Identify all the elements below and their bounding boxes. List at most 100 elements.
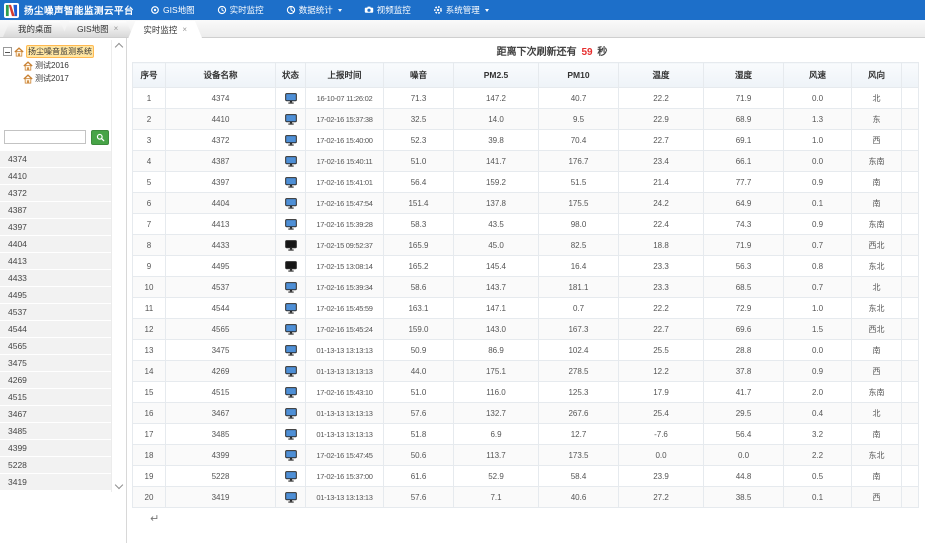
column-header: 上报时间 <box>306 63 384 88</box>
table-row[interactable]: 9449517-02-15 13:08:14165.2145.416.423.3… <box>133 256 919 277</box>
device-list-item[interactable]: 4387 <box>0 202 112 218</box>
cell-status <box>276 151 306 172</box>
cell-pm25: 6.9 <box>454 424 539 445</box>
cell-wind-speed: 1.0 <box>784 298 852 319</box>
device-list-item[interactable]: 3475 <box>0 355 112 371</box>
device-list-item[interactable]: 4433 <box>0 270 112 286</box>
device-list-item[interactable]: 4397 <box>0 219 112 235</box>
cell-report-time: 17-02-16 15:41:01 <box>306 172 384 193</box>
cell-pm25: 132.7 <box>454 403 539 424</box>
cell-temperature: 25.4 <box>619 403 704 424</box>
cell-seq: 2 <box>133 109 166 130</box>
table-row[interactable]: 7441317-02-16 15:39:2858.343.598.022.474… <box>133 214 919 235</box>
cell-seq: 15 <box>133 382 166 403</box>
device-list-item[interactable]: 4515 <box>0 389 112 405</box>
table-row[interactable]: 10453717-02-16 15:39:3458.6143.7181.123.… <box>133 277 919 298</box>
cell-report-time: 17-02-16 15:37:38 <box>306 109 384 130</box>
table-row[interactable]: 1437416-10-07 11:26:0271.3147.240.722.27… <box>133 88 919 109</box>
nav-item-realtime-monitor[interactable]: 实时监控 <box>217 4 264 16</box>
cell-device-name: 4515 <box>166 382 276 403</box>
nav-item-system-manage[interactable]: 系统管理 <box>433 4 489 16</box>
device-list-item[interactable]: 5228 <box>0 457 112 473</box>
cell-noise: 61.6 <box>384 466 454 487</box>
cell-device-name: 4537 <box>166 277 276 298</box>
nav-item-data-stats[interactable]: 数据统计 <box>286 4 342 16</box>
device-list-item[interactable]: 4374 <box>0 151 112 167</box>
cell-wind-direction: 东北 <box>852 256 902 277</box>
table-row[interactable]: 16346701-13-13 13:13:1357.6132.7267.625.… <box>133 403 919 424</box>
table-row[interactable]: 3437217-02-16 15:40:0052.339.870.422.769… <box>133 130 919 151</box>
device-list-item[interactable]: 4404 <box>0 236 112 252</box>
device-list-item[interactable]: 3467 <box>0 406 112 422</box>
cell-status <box>276 88 306 109</box>
nav-item-video-monitor[interactable]: 视频监控 <box>364 4 411 16</box>
cell-pm25: 143.0 <box>454 319 539 340</box>
device-list-item[interactable]: 4495 <box>0 287 112 303</box>
monitor-online-icon <box>285 492 297 501</box>
table-row[interactable]: 20341901-13-13 13:13:1357.67.140.627.238… <box>133 487 919 508</box>
device-list-item[interactable]: 4399 <box>0 440 112 456</box>
tree-node-label: 扬尘噪音监测系统 <box>26 45 94 58</box>
table-row[interactable]: 12456517-02-16 15:45:24159.0143.0167.322… <box>133 319 919 340</box>
table-row[interactable]: 18439917-02-16 15:47:4550.6113.7173.50.0… <box>133 445 919 466</box>
device-list-item[interactable]: 4372 <box>0 185 112 201</box>
table-row[interactable]: 5439717-02-16 15:41:0156.4159.251.521.47… <box>133 172 919 193</box>
cell-humidity: 0.0 <box>704 445 784 466</box>
device-list-item[interactable]: 4410 <box>0 168 112 184</box>
close-icon[interactable]: × <box>114 25 119 33</box>
table-row[interactable]: 19522817-02-16 15:37:0061.652.958.423.94… <box>133 466 919 487</box>
cell-seq: 3 <box>133 130 166 151</box>
cell-report-time: 17-02-16 15:39:28 <box>306 214 384 235</box>
device-list-item[interactable]: 4413 <box>0 253 112 269</box>
scroll-down-icon[interactable] <box>114 481 122 489</box>
nav-menu: GIS地图 实时监控 数据统计 视频监控 系统管理 <box>150 4 489 16</box>
cell-noise: 32.5 <box>384 109 454 130</box>
table-row[interactable]: 6440417-02-16 15:47:54151.4137.8175.524.… <box>133 193 919 214</box>
close-icon[interactable]: × <box>182 26 187 34</box>
tab-my-desktop[interactable]: 我的桌面 <box>3 21 67 37</box>
table-row[interactable]: 4438717-02-16 15:40:1151.0141.7176.723.4… <box>133 151 919 172</box>
scroll-up-icon[interactable] <box>114 43 122 51</box>
cell-wind-direction: 东北 <box>852 445 902 466</box>
cell-humidity: 56.3 <box>704 256 784 277</box>
cell-temperature: 22.2 <box>619 298 704 319</box>
device-list-item[interactable]: 4537 <box>0 304 112 320</box>
device-list-item[interactable]: 4565 <box>0 338 112 354</box>
cell-empty <box>902 256 919 277</box>
tree-node-root[interactable]: 扬尘噪音监测系统 <box>3 45 110 58</box>
search-button[interactable] <box>91 130 109 145</box>
return-mark: ↵ <box>150 512 159 525</box>
cell-temperature: 22.4 <box>619 214 704 235</box>
cell-wind-speed: 0.5 <box>784 466 852 487</box>
table-row[interactable]: 15451517-02-16 15:43:1051.0116.0125.317.… <box>133 382 919 403</box>
search-input[interactable] <box>4 130 86 144</box>
sidebar-scrollbar[interactable] <box>111 40 125 492</box>
nav-item-gis-map[interactable]: GIS地图 <box>150 4 195 16</box>
refresh-notice: 距离下次刷新还有 59 秒 <box>127 43 925 58</box>
tree-collapse-icon[interactable] <box>3 47 12 56</box>
cell-noise: 58.6 <box>384 277 454 298</box>
monitor-online-icon <box>285 135 297 144</box>
cell-temperature: 23.3 <box>619 256 704 277</box>
cell-wind-speed: 3.2 <box>784 424 852 445</box>
cell-pm10: 181.1 <box>539 277 619 298</box>
table-row[interactable]: 13347501-13-13 13:13:1350.986.9102.425.5… <box>133 340 919 361</box>
device-list-item[interactable]: 3485 <box>0 423 112 439</box>
table-row[interactable]: 8443317-02-15 09:52:37165.945.082.518.87… <box>133 235 919 256</box>
tab-gis-map[interactable]: GIS地图× <box>62 21 133 37</box>
tree-node-child[interactable]: 测试2016 <box>23 60 110 71</box>
device-list-item[interactable]: 3419 <box>0 474 112 490</box>
cell-device-name: 4495 <box>166 256 276 277</box>
device-list-item[interactable]: 4544 <box>0 321 112 337</box>
table-row[interactable]: 2441017-02-16 15:37:3832.514.09.522.968.… <box>133 109 919 130</box>
search-row <box>0 127 126 147</box>
device-list-item[interactable]: 4269 <box>0 372 112 388</box>
cell-humidity: 37.8 <box>704 361 784 382</box>
tab-realtime-monitor[interactable]: 实时监控× <box>128 21 202 38</box>
cell-pm25: 14.0 <box>454 109 539 130</box>
table-row[interactable]: 14426901-13-13 13:13:1344.0175.1278.512.… <box>133 361 919 382</box>
table-row[interactable]: 17348501-13-13 13:13:1351.86.912.7-7.656… <box>133 424 919 445</box>
tree-node-child[interactable]: 测试2017 <box>23 73 110 84</box>
nav-item-label: 视频监控 <box>377 4 411 16</box>
table-row[interactable]: 11454417-02-16 15:45:59163.1147.10.722.2… <box>133 298 919 319</box>
